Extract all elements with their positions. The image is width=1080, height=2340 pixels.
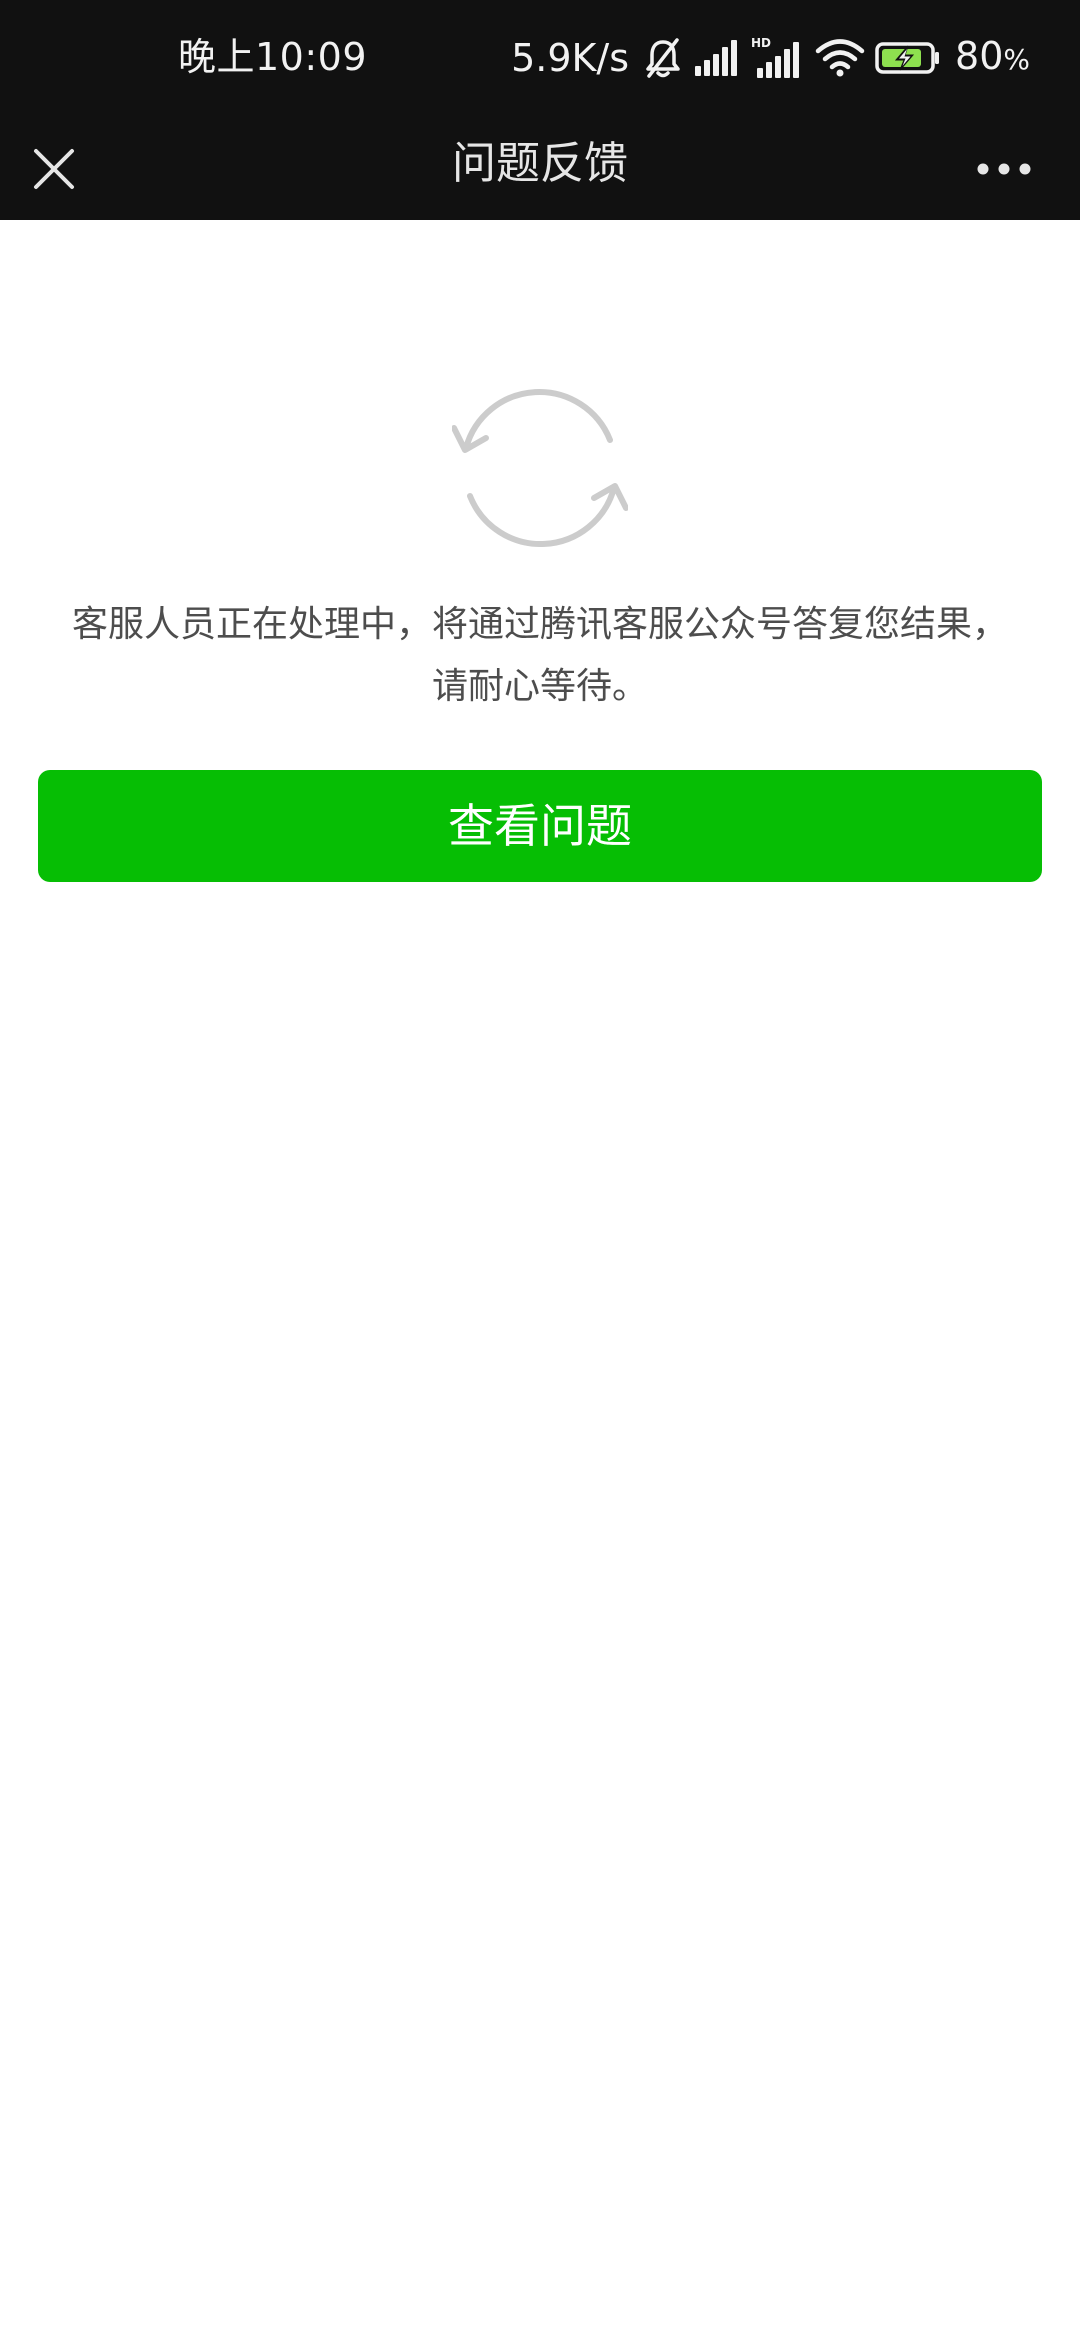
status-bar: 晚上10:09 5.9K/s HD 80% — [0, 0, 1080, 118]
svg-text:HD: HD — [751, 36, 771, 50]
status-time: 晚上10:09 — [178, 35, 368, 79]
refresh-icon — [451, 380, 629, 556]
signal-icon — [693, 38, 741, 78]
message-line-1: 客服人员正在处理中，将通过腾讯客服公众号答复您结果， — [71, 604, 1008, 645]
battery-level: 80% — [955, 33, 1030, 83]
battery-value: 80 — [955, 34, 1004, 78]
processing-message: 客服人员正在处理中，将通过腾讯客服公众号答复您结果， 请耐心等待。 — [30, 594, 1050, 718]
main-content: 客服人员正在处理中，将通过腾讯客服公众号答复您结果， 请耐心等待。 查看问题 — [0, 220, 1080, 2340]
muted-bell-icon — [643, 36, 683, 80]
more-options-button[interactable] — [964, 142, 1044, 196]
status-indicators: 5.9K/s HD 80% — [511, 30, 1030, 86]
wifi-icon — [815, 38, 865, 78]
more-dots-icon — [977, 163, 1031, 175]
battery-charging-icon — [875, 40, 941, 76]
title-bar: 问题反馈 — [0, 118, 1080, 220]
battery-unit: % — [1003, 43, 1030, 76]
network-speed: 5.9K/s — [511, 36, 630, 80]
page-title: 问题反馈 — [452, 138, 628, 189]
message-line-2: 请耐心等待。 — [431, 666, 648, 707]
hd-signal-icon: HD — [751, 36, 805, 80]
view-issue-button[interactable]: 查看问题 — [38, 770, 1042, 882]
feedback-screen: 晚上10:09 5.9K/s HD 80% 问题反馈 客服人员正在处理中，将通过… — [0, 0, 1080, 2340]
